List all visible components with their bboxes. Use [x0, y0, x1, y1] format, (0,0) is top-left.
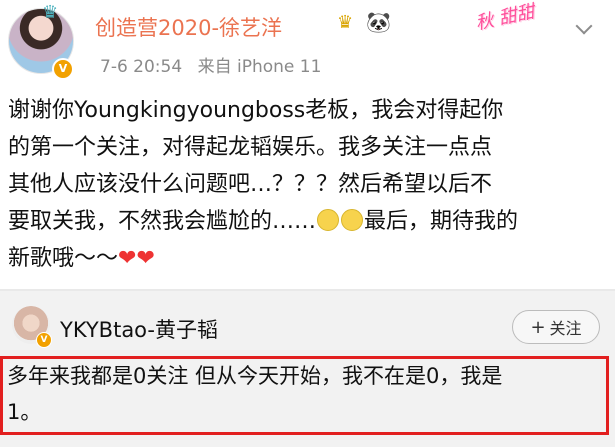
post-body: 谢谢你Youngkingyoungboss老板，我会对得起你 的第一个关注，对得… [8, 92, 608, 277]
chevron-down-icon[interactable] [575, 17, 593, 35]
post-text-segment: 要取关我，不然我会尴尬的…… [8, 209, 317, 234]
comment-text-line: 1。 [7, 400, 42, 424]
crown-icon: ♛ [42, 2, 59, 23]
post-source: 来自 iPhone 11 [197, 57, 322, 77]
post-meta: 7-6 20:54 来自 iPhone 11 [100, 52, 321, 77]
post-author-name[interactable]: 创造营2020-徐艺洋 [95, 12, 282, 42]
verified-icon: V [36, 332, 52, 348]
post-timestamp: 7-6 20:54 [100, 57, 183, 77]
verified-icon: V [52, 58, 74, 80]
post-text-line: 其他人应该没什么问题吧…？？？然后希望以后不 [8, 172, 493, 197]
comment-author-name[interactable]: YKYBtao-黄子韬 [60, 314, 218, 344]
plus-icon: + [530, 316, 546, 338]
panda-icon: 🐼 [366, 10, 391, 34]
smile-emoji-icon [341, 209, 364, 231]
follow-button-label: 关注 [549, 319, 582, 338]
comment-text-line: 多年来我都是0关注 但从今天开始，我不在是0，我是 [7, 364, 503, 388]
heart-icon: ❤ [118, 246, 137, 271]
post-text-line: 新歌哦～～❤❤ [8, 240, 608, 277]
post-text-line: 的第一个关注，对得起龙韬娱乐。我多关注一点点 [8, 135, 493, 160]
smile-emoji-icon [317, 209, 340, 231]
follow-button[interactable]: + 关注 [512, 310, 600, 344]
comment-body: 多年来我都是0关注 但从今天开始，我不在是0，我是 1。 [7, 358, 602, 430]
vip-crown-icon: ♛ [337, 12, 354, 33]
decorative-sticker: 秋 甜甜 [473, 1, 537, 35]
post-text-line: 谢谢你Youngkingyoungboss老板，我会对得起你 [8, 98, 504, 123]
post-text-segment: 新歌哦～～ [8, 246, 119, 271]
heart-icon: ❤ [136, 246, 155, 271]
post-text-segment: 最后，期待我的 [364, 209, 519, 234]
post-text-line: 要取关我，不然我会尴尬的…… 最后，期待我的 [8, 203, 608, 240]
